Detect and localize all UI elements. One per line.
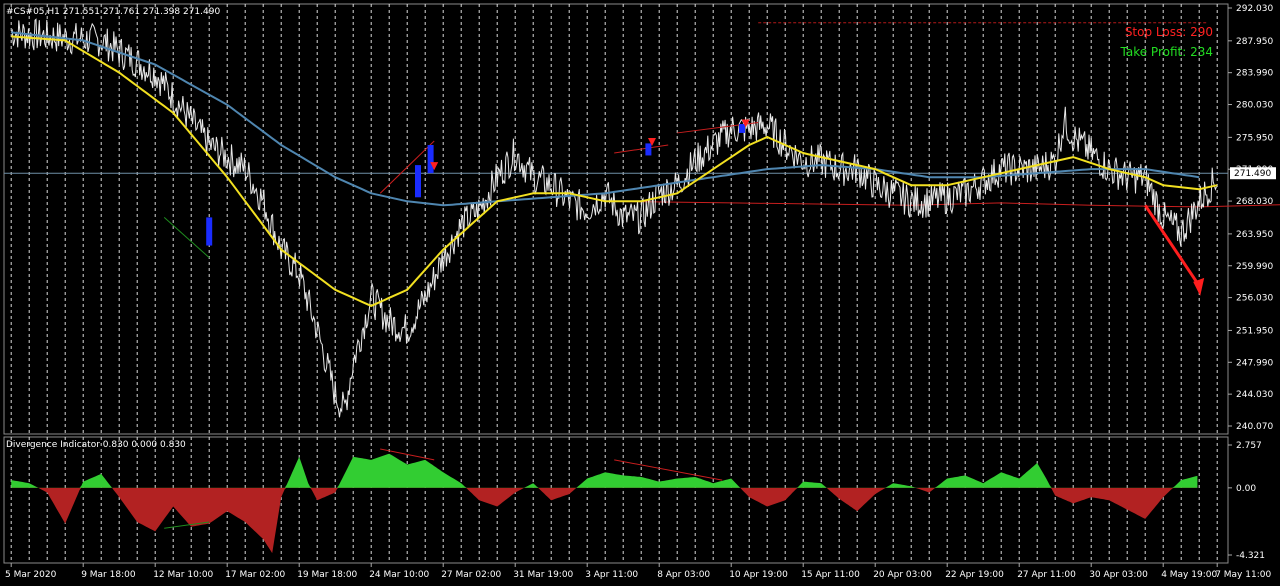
y-tick-label: 256.030 [1236, 294, 1273, 304]
signal-marker [206, 217, 213, 246]
indicator-header: Divergence Indicator 0.830 0.000 0.830 [6, 440, 186, 450]
y-tick-label: 251.950 [1236, 326, 1273, 336]
ind-y-tick-label: -4.321 [1236, 551, 1265, 561]
indicator-positive-area [11, 453, 1198, 488]
y-tick-label: 244.030 [1236, 390, 1273, 400]
trading-chart: 292.030287.950283.990280.030275.950271.9… [3, 3, 1280, 580]
ind-y-tick-label: 0.00 [1236, 484, 1256, 494]
price-series [10, 18, 1217, 418]
y-tick-label: 240.070 [1236, 422, 1273, 432]
signal-marker [427, 145, 434, 174]
x-tick-label: 22 Apr 19:00 [945, 570, 1004, 580]
y-tick-label: 247.990 [1236, 358, 1273, 368]
divergence-line [163, 217, 210, 258]
x-tick-label: 17 Mar 02:00 [225, 570, 285, 580]
x-tick-label: 30 Apr 03:00 [1089, 570, 1148, 580]
x-tick-label: 8 Apr 03:00 [657, 570, 710, 580]
signal-marker [739, 124, 745, 133]
price-plot [4, 18, 1280, 418]
signal-marker [415, 165, 421, 198]
x-tick-label: 15 Apr 11:00 [801, 570, 860, 580]
y-tick-label: 292.030 [1236, 4, 1273, 14]
support-line [605, 200, 1280, 208]
stop-loss-label: Stop Loss: 290 [1125, 25, 1213, 39]
x-tick-label: 31 Mar 19:00 [513, 570, 573, 580]
y-tick-label: 283.990 [1236, 69, 1273, 79]
indicator-divergence-line [164, 521, 210, 529]
x-tick-label: 3 Apr 11:00 [585, 570, 638, 580]
x-tick-label: 20 Apr 03:00 [873, 570, 932, 580]
time-axis: 5 Mar 2020 9 Mar 18:00 12 Mar 10:00 17 Mar … [5, 563, 1271, 580]
x-tick-label: 27 Mar 02:00 [441, 570, 501, 580]
x-tick-label: 5 Mar 2020 [5, 570, 57, 580]
symbol-header: #CS#05,H1 271.551 271.761 271.398 271.49… [6, 7, 220, 17]
y-tick-label: 275.950 [1236, 133, 1273, 143]
indicator-axis: 2.757 0.00 -4.321 [1228, 441, 1265, 561]
x-tick-label: 9 Mar 18:00 [81, 570, 136, 580]
x-tick-label: 24 Mar 10:00 [369, 570, 429, 580]
x-tick-label: 19 Mar 18:00 [297, 570, 357, 580]
divergence-line [614, 144, 669, 154]
indicator-plot [11, 448, 1198, 554]
x-tick-label: 27 Apr 11:00 [1017, 570, 1076, 580]
y-tick-label: 287.950 [1236, 37, 1273, 47]
y-tick-label: 259.990 [1236, 262, 1273, 272]
ind-y-tick-label: 2.757 [1236, 441, 1262, 451]
signal-marker [645, 143, 652, 156]
y-tick-label: 268.030 [1236, 197, 1273, 207]
y-tick-label: 280.030 [1236, 101, 1273, 111]
x-tick-label: 4 May 19:00 [1161, 570, 1217, 580]
current-price-label: 271.490 [1234, 169, 1271, 179]
x-tick-label: 10 Apr 19:00 [729, 570, 788, 580]
price-axis: 292.030287.950283.990280.030275.950271.9… [1228, 4, 1276, 432]
price-pane-frame [3, 3, 1229, 435]
take-profit-label: Take Profit: 234 [1120, 45, 1213, 59]
x-tick-label: 7 May 11:00 [1215, 570, 1271, 580]
x-tick-label: 12 Mar 10:00 [153, 570, 213, 580]
y-tick-label: 263.950 [1236, 230, 1273, 240]
